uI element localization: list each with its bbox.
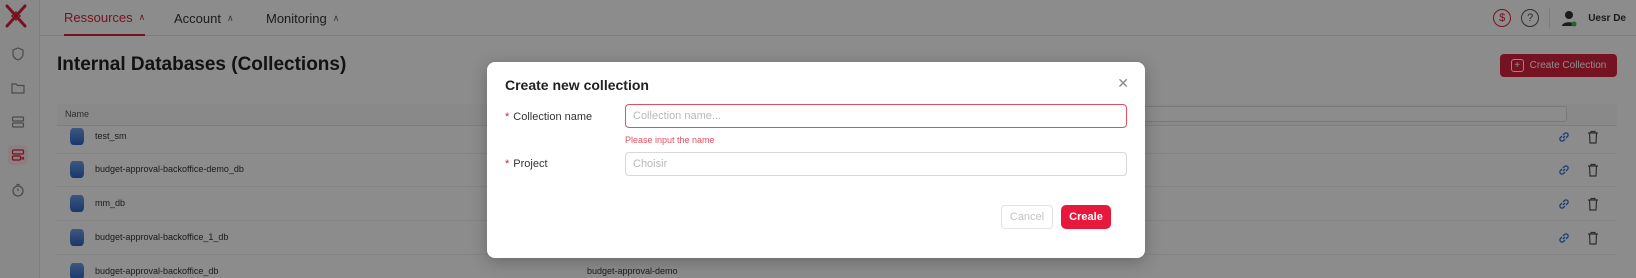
project-label-text: Project xyxy=(513,158,548,170)
project-label: * Project xyxy=(505,158,548,170)
create-label: Creale xyxy=(1069,211,1103,223)
create-button[interactable]: Creale xyxy=(1061,205,1111,229)
collection-name-label: * Collection name xyxy=(505,111,592,123)
project-select-placeholder: Choisir xyxy=(633,158,668,170)
close-icon[interactable]: ✕ xyxy=(1117,76,1129,90)
collection-name-error: Please input the name xyxy=(625,135,715,145)
cancel-button[interactable]: Cancel xyxy=(1001,205,1053,229)
required-marker: * xyxy=(505,111,510,123)
required-marker: * xyxy=(505,158,510,170)
cancel-label: Cancel xyxy=(1009,211,1045,223)
modal-title: Create new collection xyxy=(505,77,649,93)
project-select[interactable]: Choisir xyxy=(625,152,1127,176)
collection-name-input[interactable] xyxy=(625,104,1127,128)
collection-name-label-text: Collection name xyxy=(513,111,593,123)
create-collection-modal: Create new collection ✕ * Collection name… xyxy=(487,62,1145,258)
